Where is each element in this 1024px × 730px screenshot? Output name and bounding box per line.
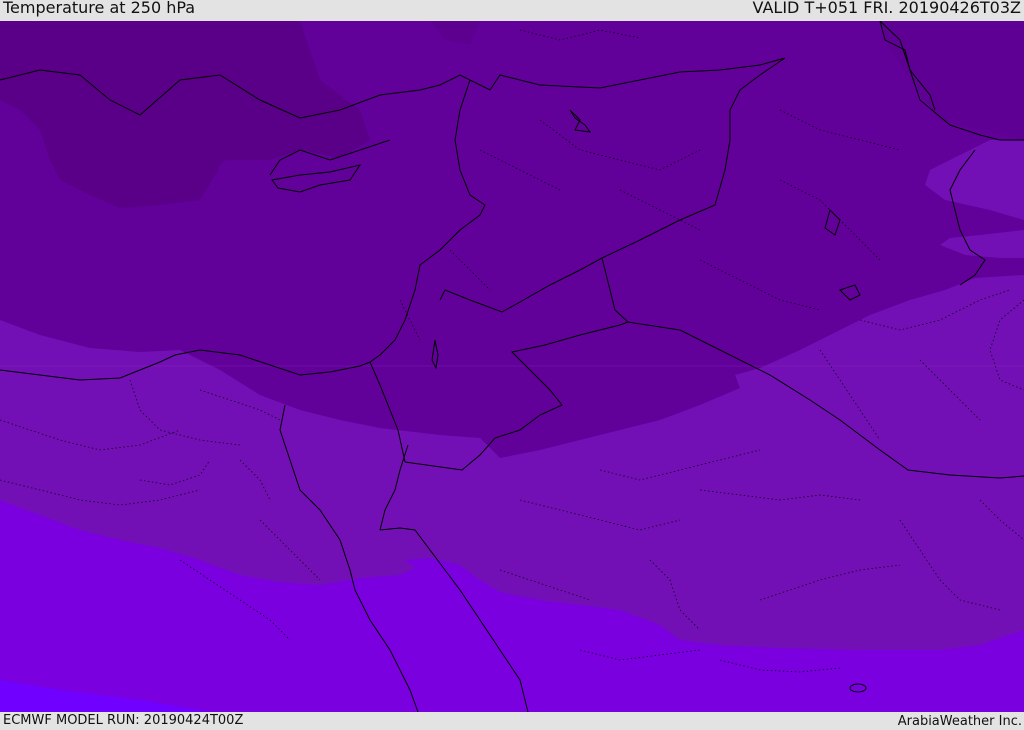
model-run-label: ECMWF MODEL RUN: 20190424T00Z: [3, 713, 244, 728]
valid-time-label: VALID T+051 FRI. 20190426T03Z: [752, 0, 1021, 17]
chart-title: Temperature at 250 hPa: [3, 0, 196, 17]
credit-label: ArabiaWeather Inc.: [897, 714, 1022, 729]
footer-bar: ECMWF MODEL RUN: 20190424T00Z ArabiaWeat…: [0, 712, 1024, 729]
temperature-map[interactable]: [0, 21, 1024, 712]
temperature-band-cold-pocket: [218, 160, 238, 184]
header-bar: Temperature at 250 hPa VALID T+051 FRI. …: [0, 0, 1024, 21]
map-canvas: [0, 21, 1024, 712]
